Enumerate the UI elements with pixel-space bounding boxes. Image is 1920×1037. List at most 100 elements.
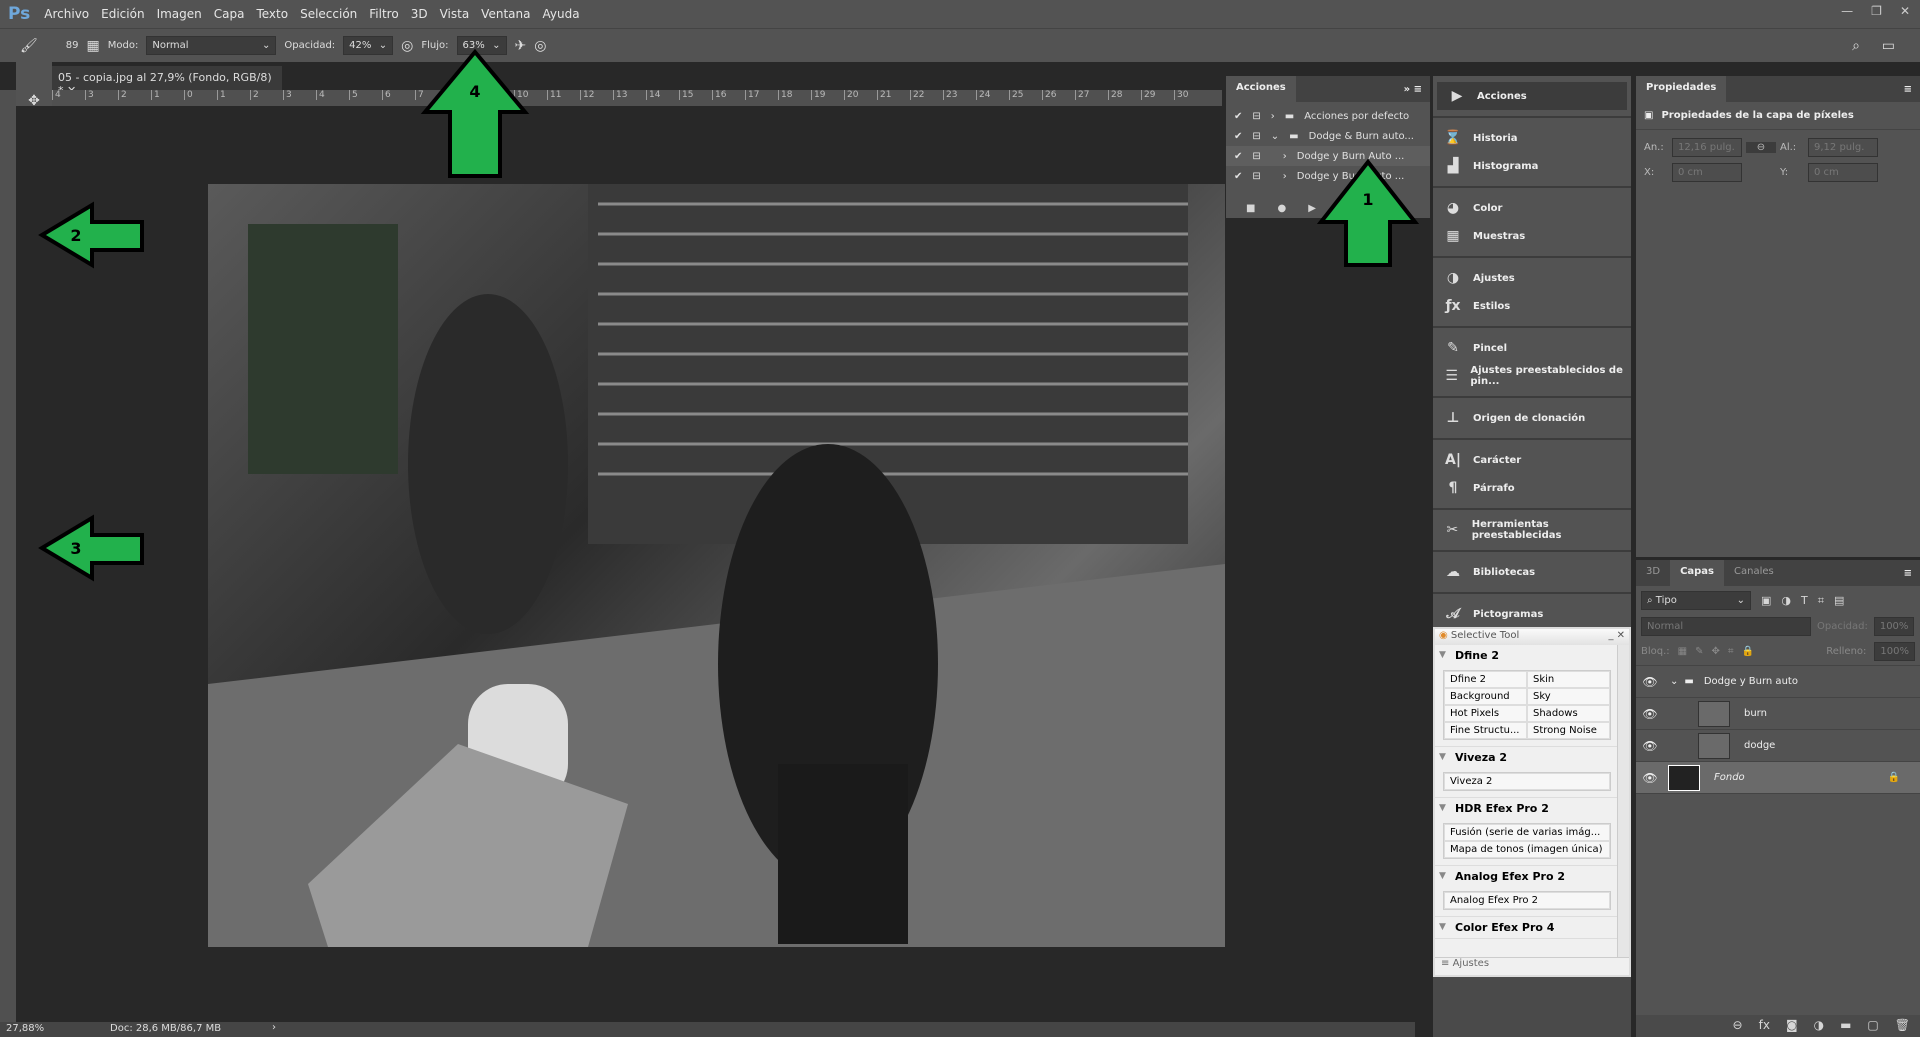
filter-adjust-icon[interactable]: ◑ xyxy=(1781,594,1791,607)
menu-capa[interactable]: Capa xyxy=(214,7,245,21)
st-section-title[interactable]: Color Efex Pro 4 xyxy=(1435,917,1629,938)
dock-item-pincel[interactable]: ✎ Pincel xyxy=(1433,334,1631,362)
filter-smart-icon[interactable]: ▤ xyxy=(1834,594,1844,607)
layer-row[interactable]: 👁 dodge xyxy=(1636,730,1920,762)
filter-pixel-icon[interactable]: ▣ xyxy=(1761,594,1771,607)
layer-row[interactable]: 👁 burn xyxy=(1636,698,1920,730)
chevron-down-icon[interactable]: ⌄ xyxy=(1670,676,1678,687)
record-icon[interactable]: ● xyxy=(1277,203,1286,214)
lock-paint-icon[interactable]: ✎ xyxy=(1695,646,1703,657)
ajustes-tab[interactable]: Ajustes xyxy=(1453,958,1489,969)
fx-icon[interactable]: fx xyxy=(1759,1018,1770,1034)
dock-item-ajustes[interactable]: ☰ Ajustes preestablecidos de pin... xyxy=(1433,362,1631,390)
st-section-title[interactable]: HDR Efex Pro 2 xyxy=(1435,798,1629,819)
document-tab[interactable]: 05 - copia.jpg al 27,9% (Fondo, RGB/8) *… xyxy=(52,66,282,97)
airbrush-icon[interactable]: ✈ xyxy=(515,38,527,54)
dock-item-histograma[interactable]: ▟ Histograma xyxy=(1433,152,1631,180)
y-input[interactable]: 0 cm xyxy=(1808,163,1878,182)
menu-texto[interactable]: Texto xyxy=(256,7,288,21)
st-section-title[interactable]: Dfine 2 xyxy=(1435,645,1629,666)
link-icon[interactable]: ⊖ xyxy=(1746,142,1776,153)
eye-icon[interactable]: 👁 xyxy=(1636,771,1664,785)
zoom-level[interactable]: 27,88% xyxy=(6,1023,44,1034)
dialog-toggle-icon[interactable]: ⊟ xyxy=(1252,151,1260,162)
dock-item-carácter[interactable]: A| Carácter xyxy=(1433,446,1631,474)
new-group-icon[interactable]: ▬ xyxy=(1840,1018,1851,1034)
link-layers-icon[interactable]: ⊖ xyxy=(1733,1018,1743,1034)
filter-type-icon[interactable]: T xyxy=(1801,594,1808,607)
st-button[interactable]: Fine Structu... xyxy=(1444,722,1527,739)
st-button[interactable]: Skin xyxy=(1527,671,1610,688)
lock-artboard-icon[interactable]: ⌗ xyxy=(1728,646,1734,657)
mask-icon[interactable]: ◙ xyxy=(1786,1018,1798,1034)
layer-row[interactable]: 👁 ⌄ ▬ Dodge y Burn auto xyxy=(1636,666,1920,698)
dock-item-párrafo[interactable]: ¶ Párrafo xyxy=(1433,474,1631,502)
trash-icon[interactable]: 🗑 xyxy=(1895,1018,1910,1034)
st-button[interactable]: Shadows xyxy=(1527,705,1610,722)
dock-item-acciones[interactable]: ▶ Acciones xyxy=(1437,82,1627,110)
menu-ventana[interactable]: Ventana xyxy=(481,7,530,21)
layer-row[interactable]: 👁 Fondo 🔒 xyxy=(1636,762,1920,794)
dialog-toggle-icon[interactable]: ⊟ xyxy=(1252,131,1260,142)
height-input[interactable]: 9,12 pulg. xyxy=(1808,138,1878,157)
tab-propiedades[interactable]: Propiedades xyxy=(1636,76,1727,102)
doc-size[interactable]: Doc: 28,6 MB/86,7 MB xyxy=(110,1023,221,1034)
fill-input[interactable]: 100% xyxy=(1874,642,1915,661)
menu-3d[interactable]: 3D xyxy=(411,7,428,21)
dock-item-pictogramas[interactable]: 𝒜 Pictogramas xyxy=(1433,600,1631,628)
dialog-toggle-icon[interactable]: ⊟ xyxy=(1252,111,1260,122)
eye-icon[interactable]: 👁 xyxy=(1636,675,1664,689)
dock-item-color[interactable]: ◕ Color xyxy=(1433,194,1631,222)
adjustment-layer-icon[interactable]: ◑ xyxy=(1814,1018,1824,1034)
check-icon[interactable]: ✔ xyxy=(1234,171,1242,182)
search-icon[interactable]: ⌕ xyxy=(1852,38,1860,54)
tab-3d[interactable]: 3D xyxy=(1636,560,1671,586)
workspace-icon[interactable]: ▭ xyxy=(1882,38,1895,54)
dock-item-ajustes[interactable]: ◑ Ajustes xyxy=(1433,264,1631,292)
x-input[interactable]: 0 cm xyxy=(1672,163,1742,182)
tab-capas[interactable]: Capas xyxy=(1670,560,1725,586)
menu-edición[interactable]: Edición xyxy=(101,7,144,21)
layer-opacity-input[interactable]: 100% xyxy=(1873,617,1915,636)
chevron-down-icon[interactable]: ⌄ xyxy=(1271,131,1279,142)
st-button[interactable]: Background xyxy=(1444,688,1527,705)
brush-panel-icon[interactable]: ▦ xyxy=(87,38,100,54)
brush-tool-icon[interactable]: 🖌 xyxy=(20,38,38,54)
st-button[interactable]: Strong Noise xyxy=(1527,722,1610,739)
dialog-toggle-icon[interactable]: ⊟ xyxy=(1252,171,1260,182)
play-icon[interactable]: ▶ xyxy=(1308,203,1316,214)
action-row[interactable]: ✔ ⊟ › ▬ Acciones por defecto xyxy=(1226,106,1430,126)
minimize-icon[interactable]: _ ✕ xyxy=(1608,630,1625,644)
st-button[interactable]: Viveza 2 xyxy=(1444,773,1610,790)
lock-move-icon[interactable]: ✥ xyxy=(1712,646,1720,657)
document-image[interactable] xyxy=(208,184,1225,947)
pressure-opacity-icon[interactable]: ◎ xyxy=(401,38,413,54)
restore-icon[interactable]: ❐ xyxy=(1871,4,1882,18)
pressure-size-icon[interactable]: ◎ xyxy=(534,38,546,54)
action-row[interactable]: ✔ ⊟ ⌄ ▬ Dodge & Burn auto... xyxy=(1226,126,1430,146)
dock-item-historia[interactable]: ⌛ Historia xyxy=(1433,124,1631,152)
panel-menu-icon[interactable]: ≡ xyxy=(1904,568,1912,579)
width-input[interactable]: 12,16 pulg. xyxy=(1672,138,1742,157)
dock-item-bibliotecas[interactable]: ☁ Bibliotecas xyxy=(1433,558,1631,586)
brush-size[interactable]: 89 xyxy=(66,40,79,51)
status-menu-icon[interactable]: › xyxy=(272,1022,276,1033)
chevron-right-icon[interactable]: › xyxy=(1271,111,1275,122)
dock-item-herramientas[interactable]: ✂ Herramientas preestablecidas xyxy=(1433,516,1631,544)
check-icon[interactable]: ✔ xyxy=(1234,131,1242,142)
chevron-right-icon[interactable]: › xyxy=(1283,151,1287,162)
eye-icon[interactable]: 👁 xyxy=(1636,739,1664,753)
menu-archivo[interactable]: Archivo xyxy=(44,7,89,21)
st-button[interactable]: Sky xyxy=(1527,688,1610,705)
mode-select[interactable]: Normal ⌄ xyxy=(146,36,277,55)
tab-acciones[interactable]: Acciones xyxy=(1226,76,1296,102)
st-button[interactable]: Hot Pixels xyxy=(1444,705,1527,722)
flow-input[interactable]: 63% ⌄ xyxy=(456,36,507,55)
dock-item-muestras[interactable]: ▦ Muestras xyxy=(1433,222,1631,250)
st-section-title[interactable]: Analog Efex Pro 2 xyxy=(1435,866,1629,887)
minimize-icon[interactable]: — xyxy=(1841,4,1853,18)
menu-imagen[interactable]: Imagen xyxy=(157,7,202,21)
close-icon[interactable]: ✕ xyxy=(1900,4,1910,18)
chevron-right-icon[interactable]: › xyxy=(1283,171,1287,182)
st-button[interactable]: Fusión (serie de varias imág... xyxy=(1444,824,1610,841)
